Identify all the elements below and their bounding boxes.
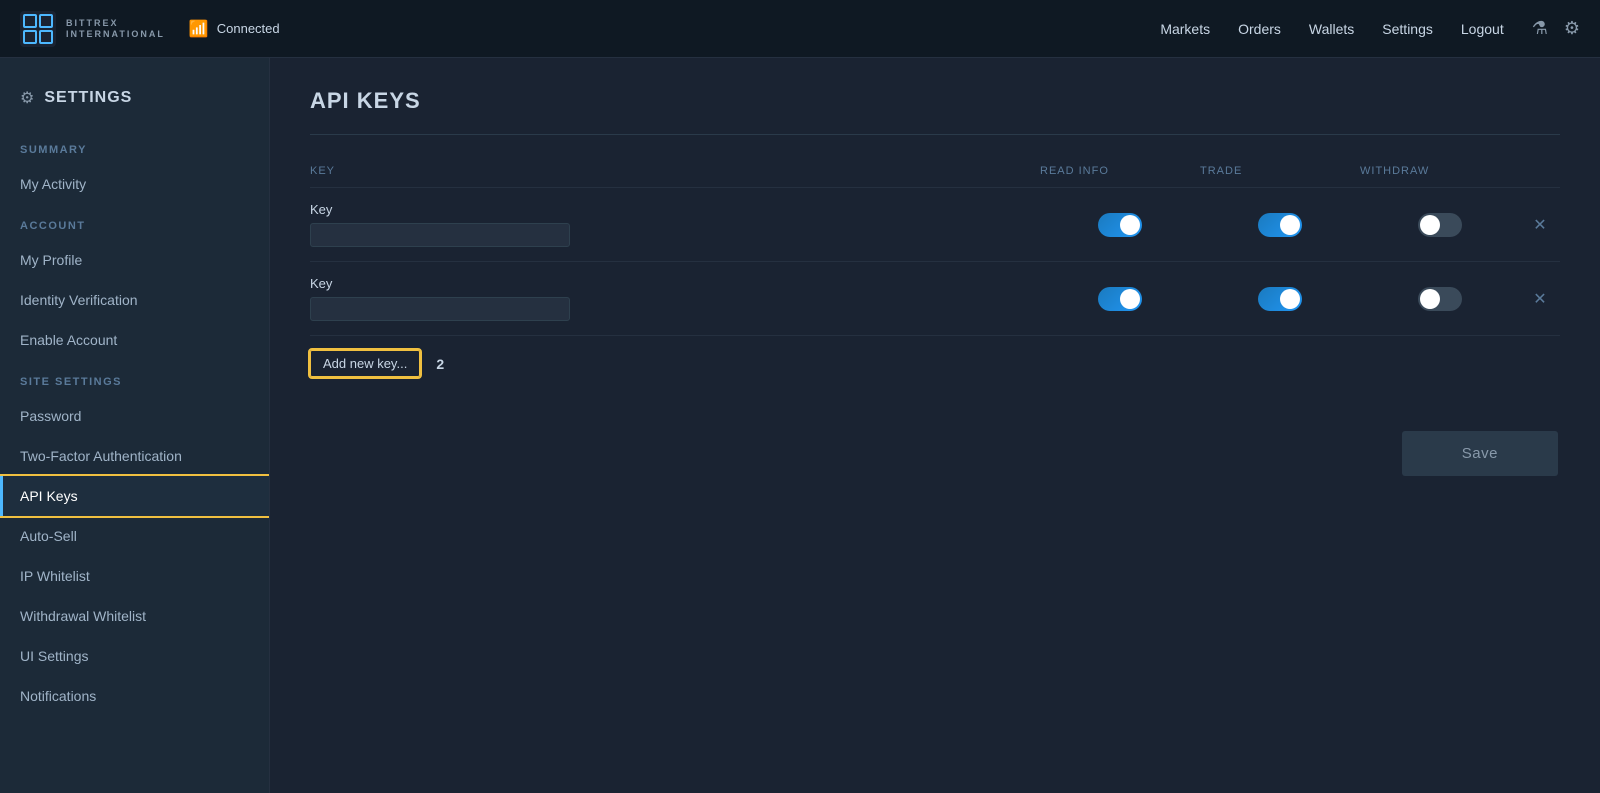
toggle-knob [1280, 215, 1300, 235]
logo-text: BITTREX INTERNATIONAL [66, 18, 165, 40]
save-button[interactable]: Save [1402, 431, 1558, 476]
trade-toggle-switch-1[interactable] [1258, 213, 1302, 237]
sidebar-item-ui-settings[interactable]: UI Settings [0, 636, 269, 676]
sidebar-item-label: API Keys [20, 488, 78, 504]
read-info-toggle-switch-2[interactable] [1098, 287, 1142, 311]
key-value-2 [310, 297, 570, 321]
sidebar-item-label: Withdrawal Whitelist [20, 608, 146, 624]
gear-icon[interactable]: ⚙ [1564, 18, 1580, 39]
col-actions-header [1520, 165, 1560, 177]
sidebar-item-my-activity[interactable]: My Activity [0, 164, 269, 204]
toggle-knob [1120, 215, 1140, 235]
topnav-right: Markets Orders Wallets Settings Logout ⚗… [1160, 18, 1580, 39]
settings-gear-icon: ⚙ [20, 88, 34, 108]
withdraw-toggle-1[interactable] [1360, 213, 1520, 237]
nav-wallets[interactable]: Wallets [1309, 21, 1354, 37]
step-badge: 2 [436, 356, 444, 372]
trade-toggle-2[interactable] [1200, 287, 1360, 311]
sidebar-item-label: IP Whitelist [20, 568, 90, 584]
col-trade-header: TRADE [1200, 165, 1360, 177]
withdraw-toggle-switch-1[interactable] [1418, 213, 1462, 237]
key-cell-2: Key [310, 276, 1040, 321]
sidebar-item-ip-whitelist[interactable]: IP Whitelist [0, 556, 269, 596]
wifi-icon: 📶 [189, 19, 209, 39]
add-key-row: Add new key... 2 [310, 335, 1560, 391]
flask-icon[interactable]: ⚗ [1532, 18, 1548, 39]
trade-toggle-switch-2[interactable] [1258, 287, 1302, 311]
sidebar-item-notifications[interactable]: Notifications [0, 676, 269, 716]
key-label-2: Key [310, 276, 1040, 291]
sidebar-item-auto-sell[interactable]: Auto-Sell [0, 516, 269, 556]
top-navigation: BITTREX INTERNATIONAL 📶 Connected Market… [0, 0, 1600, 58]
main-content: API KEYS KEY READ INFO TRADE WITHDRAW Ke… [270, 58, 1600, 793]
title-divider [310, 134, 1560, 135]
sidebar-item-label: UI Settings [20, 648, 88, 664]
toggle-knob [1420, 289, 1440, 309]
add-new-key-button[interactable]: Add new key... [310, 350, 420, 377]
toggle-knob [1120, 289, 1140, 309]
withdraw-toggle-switch-2[interactable] [1418, 287, 1462, 311]
topnav-left: BITTREX INTERNATIONAL 📶 Connected [20, 11, 280, 47]
sidebar-item-label: Notifications [20, 688, 96, 704]
key-label-1: Key [310, 202, 1040, 217]
site-settings-section-label: SITE SETTINGS [0, 360, 269, 396]
sidebar-item-label: Enable Account [20, 332, 117, 348]
sidebar-item-enable-account[interactable]: Enable Account [0, 320, 269, 360]
logo[interactable]: BITTREX INTERNATIONAL [20, 11, 165, 47]
sidebar-item-password[interactable]: Password [0, 396, 269, 436]
connection-label: Connected [217, 21, 280, 36]
api-table-header: KEY READ INFO TRADE WITHDRAW [310, 159, 1560, 187]
sidebar-item-label: Password [20, 408, 81, 424]
read-info-toggle-1[interactable] [1040, 213, 1200, 237]
page-title: API KEYS [310, 88, 1560, 114]
col-key-header: KEY [310, 165, 1040, 177]
key-value-1 [310, 223, 570, 247]
sidebar-item-two-factor[interactable]: Two-Factor Authentication [0, 436, 269, 476]
read-info-toggle-switch-1[interactable] [1098, 213, 1142, 237]
col-read-info-header: READ INFO [1040, 165, 1200, 177]
nav-orders[interactable]: Orders [1238, 21, 1281, 37]
sidebar-item-my-profile[interactable]: My Profile [0, 240, 269, 280]
save-row: Save [310, 431, 1560, 476]
summary-section-label: SUMMARY [0, 128, 269, 164]
withdraw-toggle-2[interactable] [1360, 287, 1520, 311]
sidebar-item-label: Auto-Sell [20, 528, 77, 544]
sidebar: ⚙ SETTINGS SUMMARY My Activity ACCOUNT M… [0, 58, 270, 793]
table-row: Key ✕ [310, 261, 1560, 335]
topnav-icons: ⚗ ⚙ [1532, 18, 1580, 39]
delete-key-2[interactable]: ✕ [1520, 289, 1560, 309]
nav-logout[interactable]: Logout [1461, 21, 1504, 37]
read-info-toggle-2[interactable] [1040, 287, 1200, 311]
account-section-label: ACCOUNT [0, 204, 269, 240]
sidebar-item-identity-verification[interactable]: Identity Verification [0, 280, 269, 320]
sidebar-item-label: My Profile [20, 252, 82, 268]
connection-status: 📶 Connected [189, 19, 280, 39]
key-cell-1: Key [310, 202, 1040, 247]
delete-key-1[interactable]: ✕ [1520, 215, 1560, 235]
sidebar-item-label: Identity Verification [20, 292, 138, 308]
nav-markets[interactable]: Markets [1160, 21, 1210, 37]
sidebar-item-label: Two-Factor Authentication [20, 448, 182, 464]
nav-settings[interactable]: Settings [1382, 21, 1433, 37]
toggle-knob [1420, 215, 1440, 235]
main-layout: ⚙ SETTINGS SUMMARY My Activity ACCOUNT M… [0, 58, 1600, 793]
sidebar-item-withdrawal-whitelist[interactable]: Withdrawal Whitelist [0, 596, 269, 636]
settings-header-text: SETTINGS [44, 89, 132, 107]
sidebar-item-label: My Activity [20, 176, 86, 192]
api-keys-table: KEY READ INFO TRADE WITHDRAW Key [310, 159, 1560, 391]
trade-toggle-1[interactable] [1200, 213, 1360, 237]
col-withdraw-header: WITHDRAW [1360, 165, 1520, 177]
toggle-knob [1280, 289, 1300, 309]
table-row: Key ✕ [310, 187, 1560, 261]
settings-header: ⚙ SETTINGS [0, 78, 269, 128]
sidebar-item-api-keys[interactable]: API Keys [0, 476, 269, 516]
